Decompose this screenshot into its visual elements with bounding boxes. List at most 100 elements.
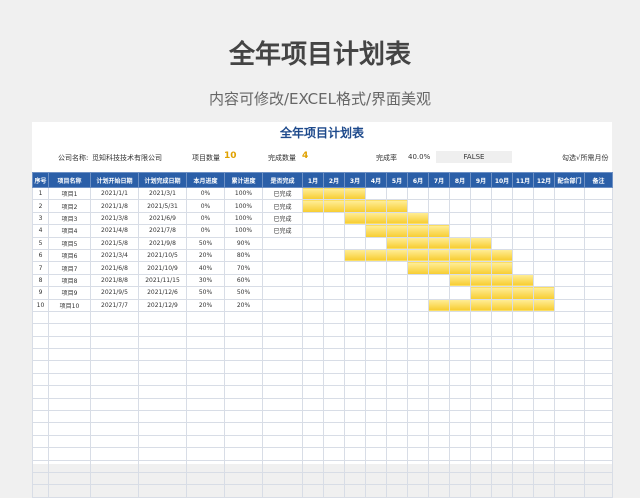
table-cell[interactable] xyxy=(138,323,187,337)
gantt-cell[interactable] xyxy=(302,484,324,498)
gantt-cell[interactable] xyxy=(344,236,366,250)
table-cell[interactable]: 50% xyxy=(186,286,225,300)
table-cell[interactable]: 2021/1/1 xyxy=(90,186,139,201)
table-cell[interactable] xyxy=(224,335,263,350)
table-cell[interactable] xyxy=(554,261,585,275)
gantt-cell[interactable] xyxy=(365,397,387,412)
gantt-cell[interactable] xyxy=(512,434,534,449)
gantt-cell[interactable] xyxy=(491,397,513,412)
table-cell[interactable] xyxy=(554,360,585,374)
column-header[interactable]: 5月 xyxy=(386,172,408,188)
column-header[interactable]: 是否完成 xyxy=(262,172,303,188)
gantt-cell[interactable] xyxy=(533,211,555,226)
gantt-cell[interactable] xyxy=(491,335,513,350)
gantt-cell[interactable] xyxy=(344,385,366,399)
table-cell[interactable] xyxy=(224,397,263,412)
gantt-cell[interactable] xyxy=(428,397,450,412)
gantt-cell[interactable] xyxy=(449,298,471,312)
gantt-cell[interactable] xyxy=(407,360,429,374)
table-cell[interactable] xyxy=(138,372,187,387)
gantt-cell[interactable] xyxy=(491,360,513,374)
table-cell[interactable] xyxy=(48,484,91,498)
gantt-cell[interactable] xyxy=(302,310,324,325)
gantt-cell[interactable] xyxy=(533,385,555,399)
table-cell[interactable] xyxy=(554,186,585,201)
gantt-cell[interactable] xyxy=(344,273,366,288)
gantt-cell[interactable] xyxy=(407,422,429,436)
gantt-cell[interactable] xyxy=(533,248,555,263)
table-cell[interactable] xyxy=(48,335,91,350)
gantt-cell[interactable] xyxy=(323,298,345,312)
table-cell[interactable] xyxy=(32,372,49,387)
gantt-cell[interactable] xyxy=(407,323,429,337)
gantt-cell[interactable] xyxy=(428,410,450,424)
table-cell[interactable] xyxy=(90,310,139,325)
gantt-cell[interactable] xyxy=(428,447,450,461)
table-cell[interactable] xyxy=(48,397,91,412)
done-count-value[interactable]: 4 xyxy=(302,151,308,161)
table-cell[interactable]: 项目7 xyxy=(48,261,91,275)
gantt-cell[interactable] xyxy=(302,298,324,312)
table-cell[interactable] xyxy=(138,360,187,374)
gantt-cell[interactable] xyxy=(323,459,345,474)
table-cell[interactable] xyxy=(584,410,613,424)
gantt-cell[interactable] xyxy=(386,298,408,312)
table-cell[interactable]: 2021/5/8 xyxy=(90,236,139,250)
table-cell[interactable]: 2021/8/8 xyxy=(90,273,139,288)
table-cell[interactable]: 4 xyxy=(32,224,49,238)
gantt-cell[interactable] xyxy=(344,471,366,486)
gantt-cell[interactable] xyxy=(302,348,324,362)
table-cell[interactable] xyxy=(584,273,613,288)
gantt-cell[interactable] xyxy=(512,323,534,337)
gantt-cell[interactable] xyxy=(323,360,345,374)
table-cell[interactable] xyxy=(224,348,263,362)
gantt-cell[interactable] xyxy=(491,459,513,474)
gantt-cell[interactable] xyxy=(512,310,534,325)
table-cell[interactable] xyxy=(262,273,303,288)
gantt-cell[interactable] xyxy=(512,224,534,238)
gantt-cell[interactable] xyxy=(365,310,387,325)
table-cell[interactable] xyxy=(554,236,585,250)
gantt-cell[interactable] xyxy=(533,471,555,486)
table-cell[interactable]: 100% xyxy=(224,211,263,226)
gantt-cell[interactable] xyxy=(428,286,450,300)
table-cell[interactable] xyxy=(584,397,613,412)
gantt-cell[interactable] xyxy=(386,323,408,337)
gantt-cell[interactable] xyxy=(491,261,513,275)
gantt-cell[interactable] xyxy=(407,186,429,201)
table-cell[interactable] xyxy=(262,397,303,412)
table-cell[interactable]: 8 xyxy=(32,273,49,288)
gantt-cell[interactable] xyxy=(470,397,492,412)
gantt-cell[interactable] xyxy=(323,286,345,300)
table-cell[interactable] xyxy=(186,484,225,498)
gantt-cell[interactable] xyxy=(512,410,534,424)
table-cell[interactable]: 2021/9/5 xyxy=(90,286,139,300)
table-cell[interactable] xyxy=(224,323,263,337)
gantt-cell[interactable] xyxy=(533,335,555,350)
gantt-cell[interactable] xyxy=(344,459,366,474)
gantt-cell[interactable] xyxy=(323,310,345,325)
gantt-cell[interactable] xyxy=(302,447,324,461)
gantt-cell[interactable] xyxy=(302,434,324,449)
table-cell[interactable]: 2021/1/8 xyxy=(90,199,139,213)
gantt-cell[interactable] xyxy=(449,372,471,387)
table-cell[interactable] xyxy=(554,447,585,461)
month-select-label[interactable]: 勾选√所需月份 xyxy=(562,153,608,163)
gantt-cell[interactable] xyxy=(491,310,513,325)
gantt-cell[interactable] xyxy=(470,447,492,461)
column-header[interactable]: 4月 xyxy=(365,172,387,188)
table-cell[interactable]: 5 xyxy=(32,236,49,250)
gantt-cell[interactable] xyxy=(470,348,492,362)
gantt-cell[interactable] xyxy=(386,434,408,449)
gantt-cell[interactable] xyxy=(428,298,450,312)
table-cell[interactable] xyxy=(554,323,585,337)
gantt-cell[interactable] xyxy=(533,199,555,213)
gantt-cell[interactable] xyxy=(512,385,534,399)
table-cell[interactable] xyxy=(554,397,585,412)
table-cell[interactable] xyxy=(262,372,303,387)
gantt-cell[interactable] xyxy=(470,459,492,474)
gantt-cell[interactable] xyxy=(386,310,408,325)
gantt-cell[interactable] xyxy=(449,273,471,288)
table-cell[interactable] xyxy=(138,471,187,486)
gantt-cell[interactable] xyxy=(365,298,387,312)
